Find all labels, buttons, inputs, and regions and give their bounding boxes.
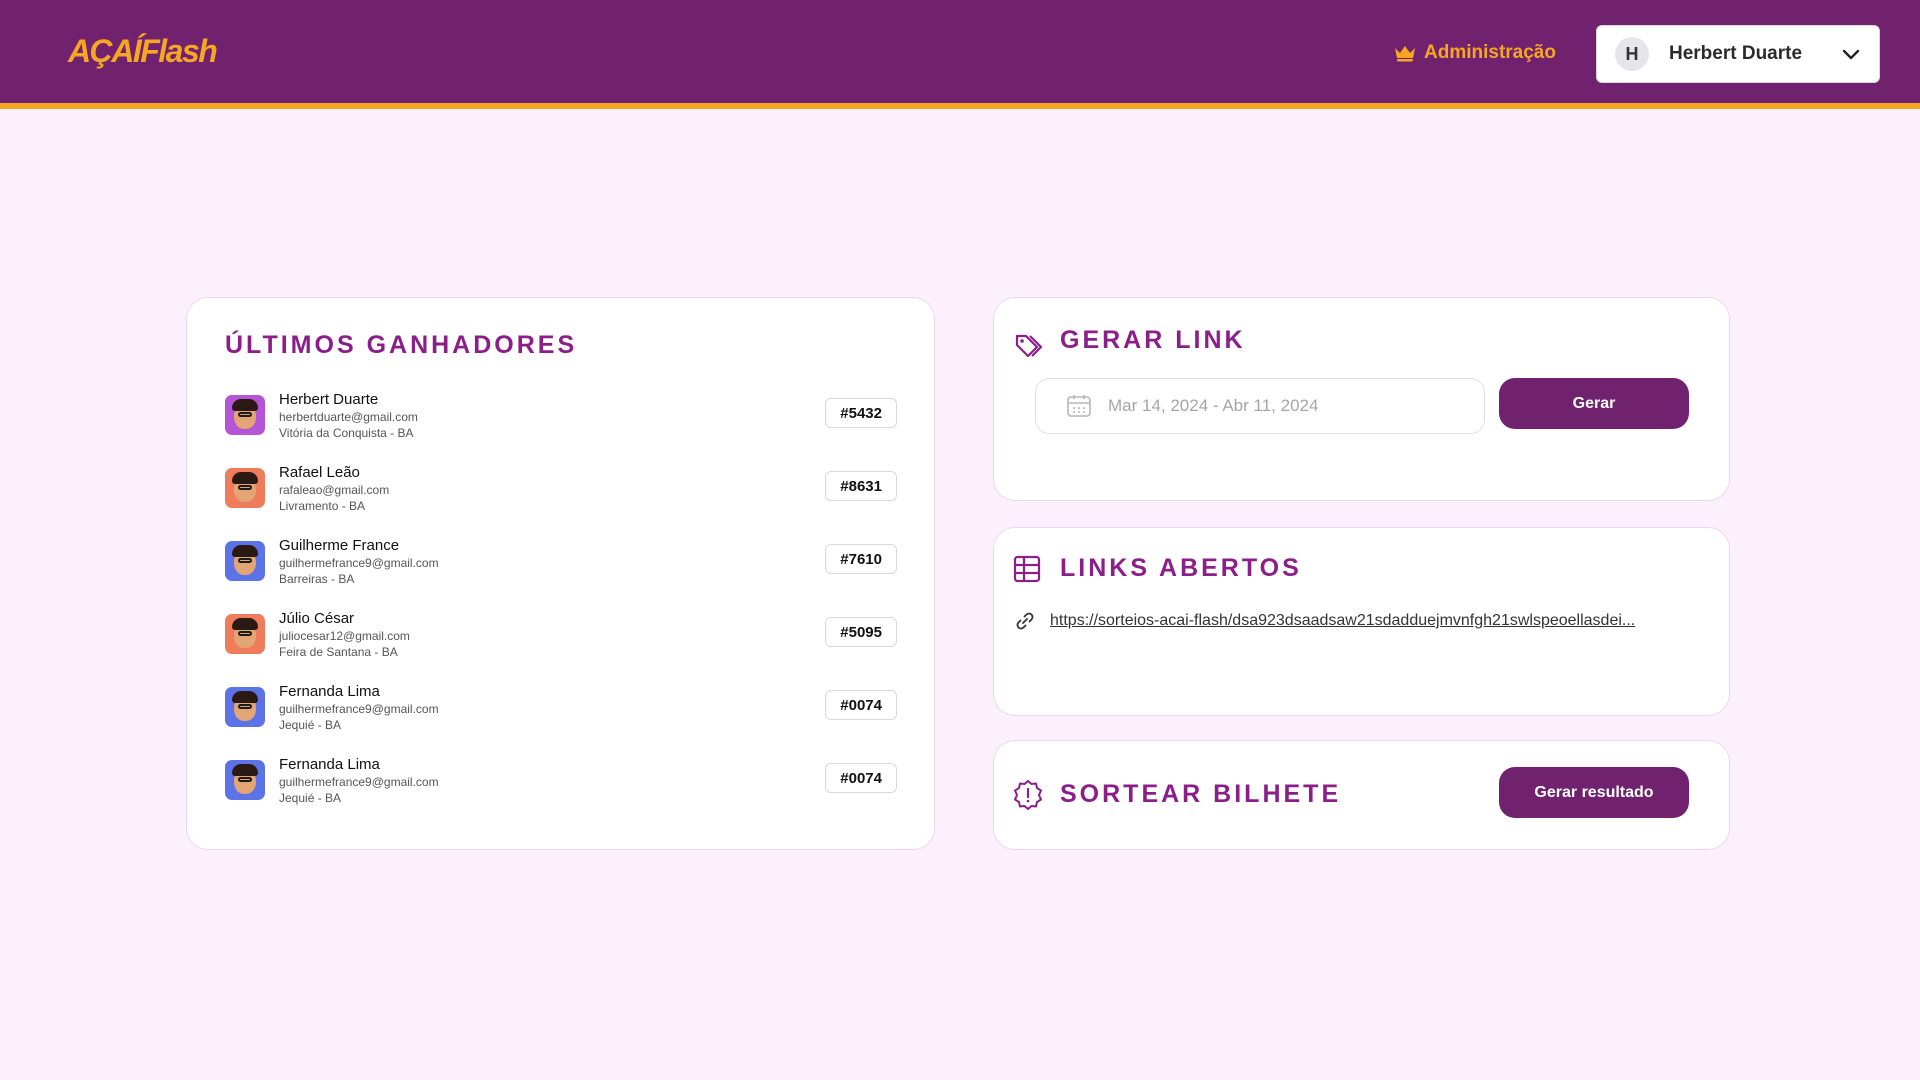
winner-city: Barreiras - BA (279, 572, 355, 586)
ticket-badge: #5095 (825, 617, 897, 647)
administracao-label: Administração (1424, 42, 1556, 63)
winner-row: Fernanda Lima guilhermefrance9@gmail.com J… (225, 757, 897, 830)
ticket-badge: #5432 (825, 398, 897, 428)
winner-info: Fernanda Lima guilhermefrance9@gmail.com J… (279, 757, 439, 830)
tags-icon (1015, 334, 1043, 358)
winner-city: Jequié - BA (279, 718, 342, 732)
winner-city: Vitória da Conquista - BA (279, 426, 414, 440)
ticket-badge: #0074 (825, 690, 897, 720)
table-icon (1013, 555, 1041, 583)
administracao-link[interactable]: Administração (1394, 40, 1556, 66)
gerar-link-card: GERAR LINK Gerar (993, 297, 1730, 501)
winner-info: Rafael Leão rafaleao@gmail.com Livramento … (279, 465, 389, 538)
crown-icon (1395, 46, 1415, 62)
logo[interactable]: AÇAÍFlash (68, 33, 218, 70)
winner-row: Júlio César juliocesar12@gmail.com Feira d… (225, 611, 897, 684)
winner-email: guilhermefrance9@gmail.com (279, 702, 439, 716)
winners-title: ÚLTIMOS GANHADORES (225, 331, 578, 359)
alert-badge-icon (1014, 780, 1042, 810)
winner-name: Júlio César (279, 610, 355, 627)
avatar (225, 468, 265, 508)
winner-email: juliocesar12@gmail.com (279, 629, 410, 643)
winner-email: guilhermefrance9@gmail.com (279, 556, 439, 570)
gerar-resultado-button[interactable]: Gerar resultado (1499, 767, 1689, 818)
chevron-down-icon (1842, 49, 1860, 60)
winner-info: Herbert Duarte herbertduarte@gmail.com Vit… (279, 392, 418, 465)
winner-city: Livramento - BA (279, 499, 366, 513)
sortear-bilhete-title: SORTEAR BILHETE (1060, 780, 1342, 808)
winner-name: Herbert Duarte (279, 391, 379, 408)
gerar-link-title: GERAR LINK (1060, 326, 1246, 354)
top-navbar: AÇAÍFlash Administração H Herbert Duarte (0, 0, 1920, 109)
winner-city: Jequié - BA (279, 791, 342, 805)
winner-city: Feira de Santana - BA (279, 645, 398, 659)
sortear-bilhete-card: SORTEAR BILHETE Gerar resultado (993, 740, 1730, 850)
avatar (225, 541, 265, 581)
avatar (225, 614, 265, 654)
winner-info: Júlio César juliocesar12@gmail.com Feira d… (279, 611, 410, 684)
calendar-icon (1067, 395, 1091, 417)
winners-list: Herbert Duarte herbertduarte@gmail.com Vit… (225, 392, 897, 830)
winner-email: rafaleao@gmail.com (279, 483, 390, 497)
winner-email: guilhermefrance9@gmail.com (279, 775, 439, 789)
winner-info: Guilherme France guilhermefrance9@gmail.c… (279, 538, 439, 611)
avatar (225, 395, 265, 435)
winner-name: Guilherme France (279, 537, 400, 554)
ticket-badge: #0074 (825, 763, 897, 793)
winner-name: Rafael Leão (279, 464, 360, 481)
ultimos-ganhadores-card: ÚLTIMOS GANHADORES Herbert Duarte herbert… (186, 297, 935, 850)
winner-info: Fernanda Lima guilhermefrance9@gmail.com J… (279, 684, 439, 757)
avatar (225, 760, 265, 800)
date-range-input[interactable] (1108, 396, 1468, 416)
link-icon (1016, 612, 1034, 630)
winner-email: herbertduarte@gmail.com (279, 410, 418, 424)
links-abertos-card: LINKS ABERTOS https://sorteios-acai-flas… (993, 527, 1730, 716)
links-abertos-title: LINKS ABERTOS (1060, 554, 1302, 582)
avatar (225, 687, 265, 727)
gerar-button[interactable]: Gerar (1499, 378, 1689, 429)
avatar: H (1615, 37, 1649, 71)
user-name: Herbert Duarte (1669, 43, 1803, 64)
winner-row: Herbert Duarte herbertduarte@gmail.com Vit… (225, 392, 897, 465)
winner-name: Fernanda Lima (279, 756, 380, 773)
user-menu-dropdown[interactable]: H Herbert Duarte (1596, 25, 1880, 83)
date-range-field[interactable] (1035, 378, 1485, 434)
winner-row: Guilherme France guilhermefrance9@gmail.c… (225, 538, 897, 611)
ticket-badge: #8631 (825, 471, 897, 501)
open-link[interactable]: https://sorteios-acai-flash/dsa923dsaads… (1050, 612, 1682, 630)
ticket-badge: #7610 (825, 544, 897, 574)
winner-row: Rafael Leão rafaleao@gmail.com Livramento … (225, 465, 897, 538)
open-link-row: https://sorteios-acai-flash/dsa923dsaads… (1014, 610, 1694, 632)
winner-name: Fernanda Lima (279, 683, 380, 700)
winner-row: Fernanda Lima guilhermefrance9@gmail.com J… (225, 684, 897, 757)
